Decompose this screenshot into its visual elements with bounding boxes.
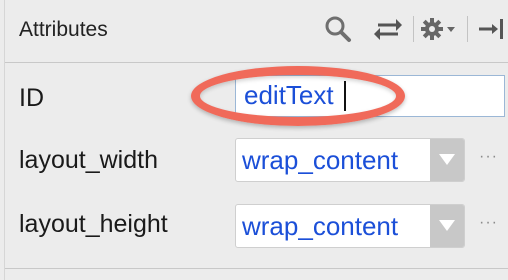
layout-width-value: wrap_content <box>242 145 399 175</box>
chevron-down-icon[interactable] <box>430 139 464 181</box>
layout-width-more-button[interactable]: ··· <box>479 148 498 166</box>
layout-height-select[interactable]: wrap_content <box>235 204 465 248</box>
layout-width-label: layout_width <box>19 146 158 174</box>
layout-height-value: wrap_content <box>242 211 399 241</box>
chevron-down-icon[interactable] <box>430 205 464 247</box>
search-icon[interactable] <box>321 12 355 46</box>
gear-icon[interactable] <box>419 12 459 46</box>
highlight-oval <box>191 66 405 126</box>
toolbar-separator <box>467 16 468 42</box>
layout-height-label: layout_height <box>19 210 168 238</box>
layout-height-more-button[interactable]: ··· <box>479 214 498 232</box>
attributes-panel: Attributes ID editText layout_width wrap… <box>4 0 508 280</box>
attributes-header: Attributes <box>5 0 508 63</box>
toolbar-separator <box>413 16 414 42</box>
id-label: ID <box>19 84 44 112</box>
attributes-title: Attributes <box>19 18 108 41</box>
section-divider <box>5 268 508 269</box>
collapse-panel-icon[interactable] <box>475 12 508 46</box>
swap-icon[interactable] <box>371 12 405 46</box>
layout-width-select[interactable]: wrap_content <box>235 138 465 182</box>
